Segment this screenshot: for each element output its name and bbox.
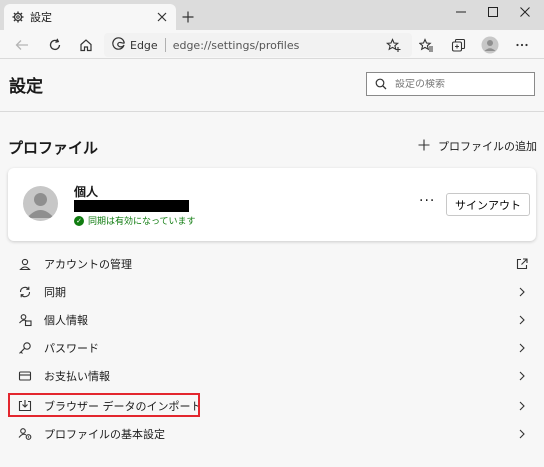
list-item-import-browser-data[interactable]: ブラウザー データのインポート (8, 393, 536, 419)
profile-more-button[interactable]: ··· (419, 193, 435, 209)
minimize-icon[interactable] (444, 0, 478, 24)
chevron-right-icon (512, 424, 532, 444)
add-profile-button[interactable]: プロファイルの追加 (418, 138, 537, 154)
highlight-box (8, 393, 200, 417)
list-item-label: パスワード (44, 342, 99, 355)
list-item-label: お支払い情報 (44, 370, 110, 383)
profile-card: 個人 ✓ 同期は有効になっています ··· サインアウト (8, 168, 536, 241)
signout-button[interactable]: サインアウト (446, 193, 530, 216)
plus-icon (418, 139, 430, 153)
close-window-icon[interactable] (508, 0, 542, 24)
settings-search[interactable] (366, 72, 535, 96)
search-input[interactable] (395, 78, 525, 90)
chevron-right-icon (512, 282, 532, 302)
add-profile-label: プロファイルの追加 (438, 140, 537, 153)
new-tab-icon[interactable] (178, 7, 198, 27)
collections-icon[interactable] (446, 33, 470, 57)
browser-toolbar: Edge edge://settings/profiles (0, 30, 544, 59)
page-title: 設定 (9, 77, 43, 97)
list-item-label: 同期 (44, 286, 66, 299)
list-item-label: 個人情報 (44, 314, 88, 327)
key-icon (15, 338, 35, 358)
address-separator (164, 38, 166, 52)
maximize-icon[interactable] (476, 0, 510, 24)
avatar-icon[interactable] (478, 33, 502, 57)
site-label: Edge (130, 38, 158, 52)
home-icon[interactable] (74, 33, 98, 57)
url-text[interactable]: edge://settings/profiles (173, 39, 300, 52)
external-link-icon (512, 254, 532, 274)
account-icon (15, 254, 35, 274)
refresh-icon[interactable] (43, 33, 67, 57)
address-bar[interactable]: Edge edge://settings/profiles (104, 33, 412, 57)
profile-settings-icon (15, 424, 35, 444)
redacted-email (74, 200, 189, 212)
search-icon (375, 75, 387, 94)
add-favorite-icon[interactable] (381, 33, 405, 57)
list-item-payment[interactable]: お支払い情報 (8, 363, 536, 389)
close-tab-icon[interactable] (152, 7, 172, 27)
avatar (23, 186, 58, 221)
list-item-account[interactable]: アカウントの管理 (8, 251, 536, 277)
more-menu-icon[interactable] (510, 33, 534, 57)
sync-icon (15, 282, 35, 302)
favorites-icon[interactable] (414, 33, 438, 57)
sync-status: ✓ 同期は有効になっています (74, 214, 196, 227)
section-title: プロファイル (8, 139, 99, 157)
list-item-passwords[interactable]: パスワード (8, 335, 536, 361)
list-item-label: プロファイルの基本設定 (44, 428, 165, 441)
chevron-right-icon (512, 366, 532, 386)
profile-name: 個人 (74, 185, 99, 199)
sync-status-text: 同期は有効になっています (88, 217, 196, 227)
list-item-personal-info[interactable]: 個人情報 (8, 307, 536, 333)
personal-info-icon (15, 310, 35, 330)
list-item-sync[interactable]: 同期 (8, 279, 536, 305)
header-divider (0, 111, 544, 112)
edge-logo-icon (112, 37, 125, 53)
chevron-right-icon (512, 396, 532, 416)
list-item-profile-preferences[interactable]: プロファイルの基本設定 (8, 421, 536, 447)
check-icon: ✓ (74, 215, 84, 226)
chevron-right-icon (512, 310, 532, 330)
list-item-label: アカウントの管理 (44, 258, 132, 271)
credit-card-icon (15, 366, 35, 386)
tab-title: 設定 (30, 11, 52, 24)
gear-icon (12, 8, 24, 27)
chevron-right-icon (512, 338, 532, 358)
back-icon[interactable] (10, 33, 34, 57)
tab-strip: 設定 (0, 0, 544, 30)
tab-settings[interactable]: 設定 (4, 4, 176, 30)
